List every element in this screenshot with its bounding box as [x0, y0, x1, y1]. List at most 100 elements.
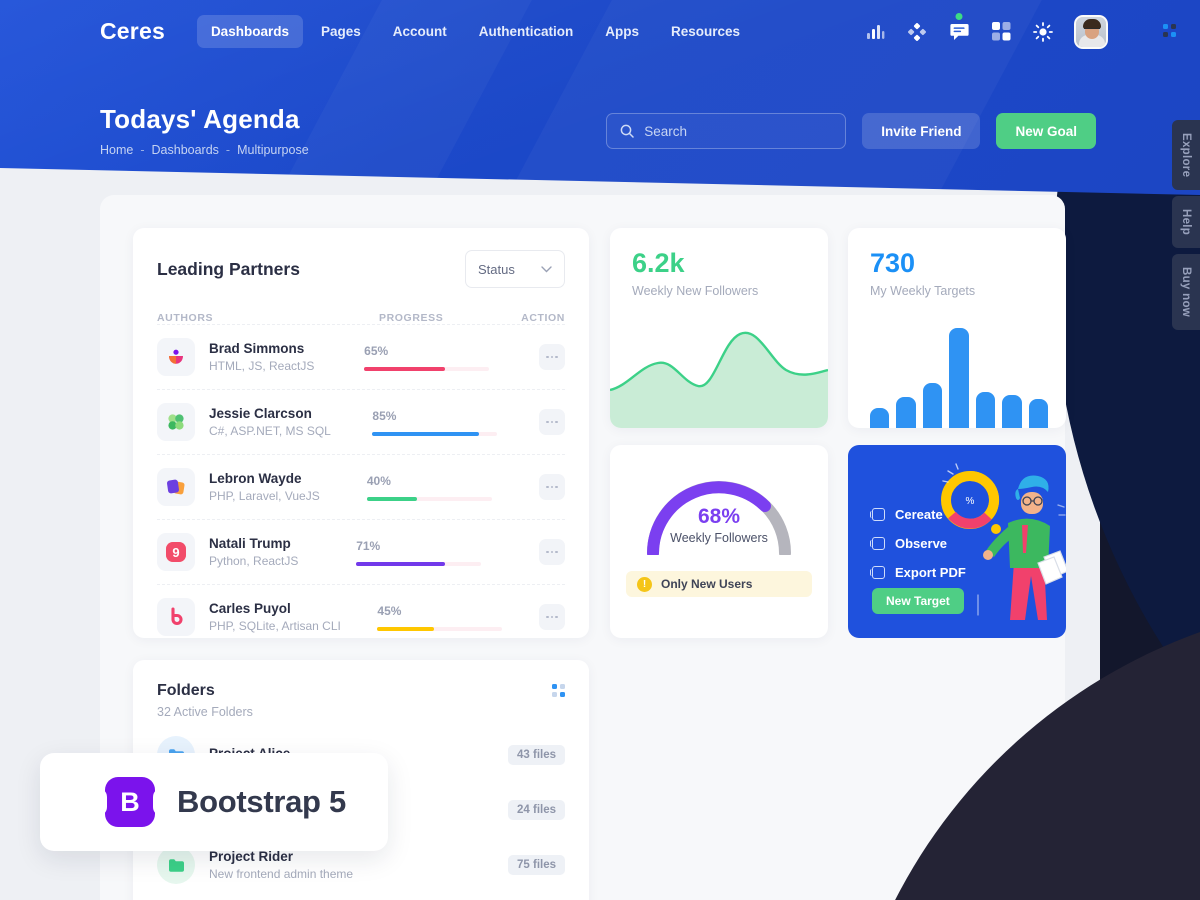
partner-logo [157, 598, 195, 636]
checkbox-icon[interactable] [870, 537, 885, 550]
partner-skills: PHP, SQLite, Artisan CLI [209, 619, 341, 633]
progress-track [377, 626, 503, 631]
sun-icon[interactable] [1032, 21, 1054, 43]
partner-logo [157, 468, 195, 506]
row-actions-button[interactable] [538, 474, 565, 500]
cards-logo-icon [167, 479, 185, 495]
partner-logo [157, 403, 195, 441]
new-target-card: % Cereate Observe Export PDF New Target [848, 445, 1066, 638]
chat-icon[interactable] [948, 12, 970, 43]
folder-name: Project Rider [209, 849, 294, 864]
partner-identity: Brad Simmons HTML, JS, ReactJS [209, 341, 314, 373]
chart-bar [1002, 395, 1022, 428]
bootstrap-watermark: B Bootstrap 5 [40, 753, 388, 851]
partner-progress: 71% [356, 539, 482, 566]
nine-logo-icon: 9 [166, 542, 186, 562]
grid-options-icon[interactable] [552, 684, 565, 697]
progress-fill [372, 431, 479, 436]
chart-bar [949, 328, 969, 428]
list-item[interactable]: Project Rider New frontend admin theme 7… [157, 846, 565, 884]
gauge-labels: 68% Weekly Followers [644, 505, 794, 545]
bootstrap-logo-icon: B [98, 777, 162, 827]
b-logo-icon [171, 607, 183, 626]
chart-bar [870, 408, 890, 428]
chevron-down-icon [541, 265, 552, 272]
search-icon [620, 124, 634, 138]
search-input[interactable]: Search [606, 113, 847, 149]
nav-item-pages[interactable]: Pages [307, 15, 375, 48]
column-progress: PROGRESS [379, 312, 444, 324]
progress-value: 45% [377, 603, 402, 618]
brand-logo[interactable]: Ceres [100, 18, 165, 45]
progress-fill [356, 561, 445, 566]
new-goal-button[interactable]: New Goal [996, 113, 1096, 149]
warning-icon: ! [637, 576, 652, 592]
followers-area-chart [610, 331, 828, 428]
diamond-cluster-icon[interactable] [906, 21, 928, 43]
row-actions-button[interactable] [538, 409, 565, 435]
column-action: ACTION [521, 312, 565, 324]
gauge-caption: Weekly Followers [670, 531, 768, 545]
checkbox-icon[interactable] [870, 566, 885, 579]
weekly-followers-card: 6.2k Weekly New Followers [610, 228, 828, 428]
bootstrap-watermark-text: Bootstrap 5 [177, 784, 346, 819]
row-actions-button[interactable] [539, 604, 565, 630]
table-row[interactable]: Brad Simmons HTML, JS, ReactJS 65% [157, 324, 565, 389]
progress-track [356, 561, 482, 566]
avatar-glasses [1084, 27, 1100, 32]
gauge-alert: ! Only New Users [626, 571, 812, 597]
checklist-item-cereate[interactable]: Cereate [870, 507, 966, 522]
checklist-label: Observe [895, 536, 948, 551]
progress-fill [377, 626, 434, 631]
table-row[interactable]: Jessie Clarcson C#, ASP.NET, MS SQL 85% [157, 389, 565, 454]
partner-identity: Carles Puyol PHP, SQLite, Artisan CLI [209, 601, 341, 633]
progress-track [366, 496, 492, 501]
partner-skills: HTML, JS, ReactJS [209, 359, 315, 373]
checklist-item-observe[interactable]: Observe [870, 536, 966, 551]
partner-name: Carles Puyol [209, 601, 291, 616]
side-tab-explore[interactable]: Explore [1172, 120, 1200, 191]
partner-name: Jessie Clarcson [209, 406, 312, 421]
folder-desc: New frontend admin theme [209, 867, 354, 881]
side-tab-help[interactable]: Help [1172, 196, 1200, 249]
targets-value: 730 [870, 248, 916, 278]
row-actions-button[interactable] [538, 539, 565, 565]
clover-logo-icon [168, 414, 184, 430]
avatar[interactable] [1074, 14, 1108, 49]
bar-chart-icon[interactable] [864, 21, 886, 43]
partner-progress: 65% [364, 344, 490, 371]
page-heading-block: Todays' Agenda Home - Dashboards - Multi… [100, 104, 309, 157]
checkbox-icon[interactable] [870, 508, 885, 521]
nav-item-apps[interactable]: Apps [591, 15, 653, 48]
partner-identity: Lebron Wayde PHP, Laravel, VueJS [209, 471, 320, 503]
table-row[interactable]: Carles Puyol PHP, SQLite, Artisan CLI 45… [157, 584, 565, 649]
leading-partners-card: Leading Partners Status AUTHORS PROGRESS… [133, 228, 589, 638]
partner-name: Lebron Wayde [209, 471, 302, 486]
folders-title: Folders [157, 682, 215, 699]
svg-text:%: % [966, 496, 975, 507]
gauge-chart: 68% Weekly Followers [644, 473, 794, 559]
side-tab-buy-now[interactable]: Buy now [1172, 254, 1200, 331]
partner-skills: C#, ASP.NET, MS SQL [209, 424, 331, 438]
nav-item-dashboards[interactable]: Dashboards [196, 15, 303, 48]
breadcrumb-home[interactable]: Home [100, 143, 133, 157]
top-navbar: Ceres Dashboards Pages Account Authentic… [0, 0, 1200, 63]
nav-item-resources[interactable]: Resources [657, 15, 754, 48]
folder-file-count: 75 files [508, 855, 565, 875]
table-row[interactable]: Lebron Wayde PHP, Laravel, VueJS 40% [157, 454, 565, 519]
partner-identity: Natali Trump Python, ReactJS [209, 536, 298, 568]
grid-icon[interactable] [990, 21, 1012, 43]
nav-item-authentication[interactable]: Authentication [465, 15, 588, 48]
side-tab-group: Explore Help Buy now [1172, 120, 1200, 331]
row-actions-button[interactable] [538, 344, 565, 370]
status-dropdown[interactable]: Status [465, 250, 565, 288]
invite-friend-button[interactable]: Invite Friend [862, 113, 981, 149]
page-root: Ceres Dashboards Pages Account Authentic… [0, 0, 1200, 900]
svg-text:9: 9 [172, 545, 179, 560]
table-row[interactable]: 9 Natali Trump Python, ReactJS 71% [157, 519, 565, 584]
breadcrumb-dashboards[interactable]: Dashboards [152, 143, 219, 157]
nav-item-account[interactable]: Account [379, 15, 461, 48]
new-target-button[interactable]: New Target [872, 588, 964, 614]
checklist-item-export-pdf[interactable]: Export PDF [870, 565, 966, 580]
partner-progress: 45% [377, 603, 503, 631]
